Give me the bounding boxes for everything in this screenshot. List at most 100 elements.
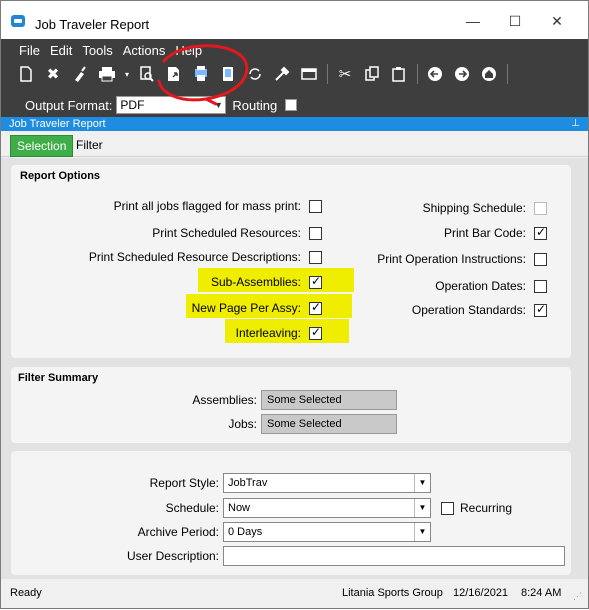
schedule-select[interactable]: Now ▼ (223, 498, 431, 518)
option-label: Operation Dates: (435, 279, 526, 293)
clear-icon[interactable] (69, 63, 91, 85)
status-date: 12/16/2021 (453, 587, 509, 599)
report-style-label: Report Style: (149, 476, 219, 490)
refresh-icon[interactable] (244, 63, 266, 85)
report-options-title: Report Options (20, 170, 101, 182)
copy-icon[interactable] (361, 63, 383, 85)
user-description-input[interactable] (223, 546, 565, 566)
chevron-down-icon[interactable]: ▼ (414, 474, 430, 492)
assemblies-label: Assemblies: (192, 393, 257, 407)
option-sub-assemblies[interactable]: Sub-Assemblies: (11, 272, 322, 292)
menu-actions[interactable]: Actions (123, 43, 166, 58)
checkbox[interactable] (534, 252, 547, 266)
print-dropdown-icon[interactable]: ▾ (123, 63, 131, 85)
resize-grip-icon[interactable]: ⋰ (573, 591, 582, 602)
option-operation-standards[interactable]: Operation Standards: (341, 300, 547, 320)
option-label: Sub-Assemblies: (210, 275, 301, 289)
status-time: 8:24 AM (521, 587, 562, 599)
toolbar: ✖ ▾ ✂ (15, 61, 514, 87)
tab-filter[interactable]: Filter (70, 135, 109, 157)
cut-icon[interactable]: ✂ (334, 63, 356, 85)
option-label: Print all jobs flagged for mass print: (113, 199, 301, 213)
option-scheduled-resources[interactable]: Print Scheduled Resources: (11, 223, 322, 243)
panel-title: Job Traveler Report (9, 118, 106, 130)
recurring-checkbox[interactable] (441, 501, 454, 515)
option-label: Print Scheduled Resources: (152, 226, 301, 240)
new-icon[interactable] (15, 63, 37, 85)
panel-header: Job Traveler Report ⊥ (1, 117, 588, 131)
report-style-value: JobTrav (228, 477, 268, 489)
checkbox[interactable] (309, 199, 322, 213)
checkbox-checked[interactable] (534, 302, 547, 317)
checkbox[interactable] (309, 250, 322, 264)
option-interleaving[interactable]: Interleaving: (11, 323, 322, 343)
option-label: Print Operation Instructions: (377, 252, 526, 266)
report-style-row: Report Style: JobTrav ▼ (11, 473, 431, 493)
window-icon[interactable] (298, 63, 320, 85)
menu-help[interactable]: Help (175, 43, 202, 58)
menu-edit[interactable]: Edit (50, 43, 72, 58)
delete-icon[interactable]: ✖ (42, 63, 64, 85)
checkbox-disabled (534, 201, 547, 215)
option-shipping-schedule: Shipping Schedule: (341, 198, 547, 218)
recurring-label: Recurring (460, 501, 513, 515)
status-company: Litania Sports Group (342, 587, 443, 599)
report-style-select[interactable]: JobTrav ▼ (223, 473, 431, 493)
tab-selection[interactable]: Selection (10, 135, 74, 157)
checkbox[interactable] (534, 279, 547, 293)
option-label: Print Scheduled Resource Descriptions: (88, 250, 301, 264)
archive-period-select[interactable]: 0 Days ▼ (223, 522, 431, 542)
job-traveler-window: Job Traveler Report — ☐ ✕ File Edit Tool… (0, 0, 589, 609)
checkbox-checked[interactable] (309, 325, 322, 340)
status-bar: Ready Litania Sports Group 12/16/2021 8:… (1, 579, 588, 608)
chevron-down-icon[interactable]: ▼ (414, 499, 430, 517)
minimize-button[interactable]: — (463, 11, 483, 31)
tools-icon[interactable] (271, 63, 293, 85)
option-operation-dates[interactable]: Operation Dates: (341, 276, 547, 296)
paste-icon[interactable] (388, 63, 410, 85)
status-text: Ready (10, 587, 42, 599)
schedule-row: Schedule: Now ▼ Recurring (11, 498, 512, 518)
option-new-page-per-assy[interactable]: New Page Per Assy: (11, 298, 322, 318)
schedule-label: Schedule: (165, 501, 219, 515)
maximize-button[interactable]: ☐ (505, 11, 525, 31)
routing-checkbox[interactable] (285, 99, 298, 111)
back-icon[interactable] (424, 63, 446, 85)
checkbox-checked[interactable] (309, 274, 322, 289)
output-format-value: PDF (120, 98, 145, 112)
option-print-operation-instructions[interactable]: Print Operation Instructions: (341, 249, 547, 269)
archive-period-value: 0 Days (228, 526, 263, 538)
print-client-icon[interactable] (190, 63, 212, 85)
option-mass-print[interactable]: Print all jobs flagged for mass print: (11, 196, 322, 216)
close-button[interactable]: ✕ (547, 11, 567, 31)
print-preview-icon[interactable] (136, 63, 158, 85)
pin-icon[interactable]: ⊥ (571, 117, 580, 131)
submit-icon[interactable] (163, 63, 185, 85)
home-icon[interactable] (478, 63, 500, 85)
menu-file[interactable]: File (19, 43, 40, 58)
option-print-bar-code[interactable]: Print Bar Code: (341, 223, 547, 243)
toolbar-separator (327, 64, 328, 84)
chevron-down-icon: ▼ (213, 100, 223, 110)
option-scheduled-resource-descriptions[interactable]: Print Scheduled Resource Descriptions: (11, 247, 322, 267)
filter-summary-title: Filter Summary (18, 372, 99, 384)
chevron-down-icon[interactable]: ▼ (414, 523, 430, 541)
print-icon[interactable] (96, 63, 118, 85)
routing-label: Routing (232, 97, 278, 113)
checkbox-checked[interactable] (309, 300, 322, 315)
preview-client-icon[interactable] (217, 63, 239, 85)
option-label: Print Bar Code: (443, 226, 526, 240)
archive-period-label: Archive Period: (137, 525, 219, 539)
report-options-group: Report Options Print all jobs flagged fo… (11, 165, 571, 358)
output-format-label: Output Format: (25, 97, 113, 113)
menu-toolbar-area: File Edit Tools Actions Help ✖ ▾ ✂ Outpu… (1, 39, 588, 117)
checkbox[interactable] (309, 226, 322, 240)
checkbox-checked[interactable] (534, 225, 547, 240)
output-format-select[interactable]: PDF ▼ (116, 96, 227, 114)
option-label: Operation Standards: (411, 303, 526, 317)
menu-tools[interactable]: Tools (82, 43, 112, 58)
option-label: Interleaving: (235, 326, 301, 340)
jobs-row: Jobs: Some Selected (11, 414, 397, 434)
forward-icon[interactable] (451, 63, 473, 85)
toolbar-separator (507, 64, 508, 84)
